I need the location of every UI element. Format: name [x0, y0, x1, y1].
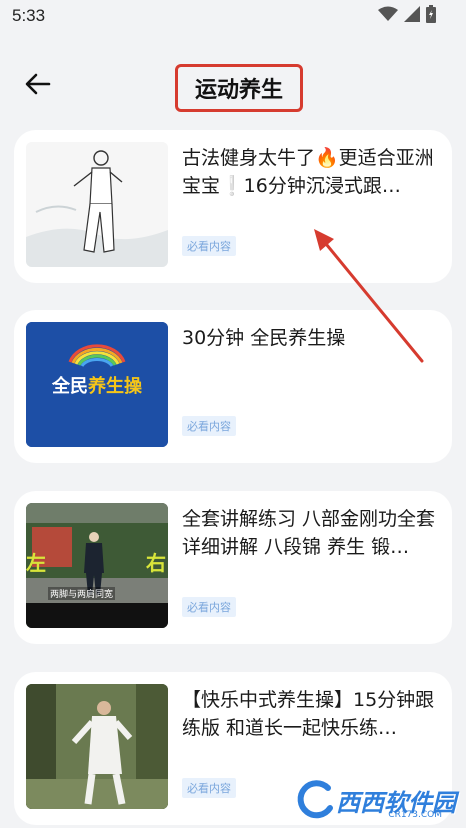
- header: 运动养生: [0, 34, 466, 130]
- must-watch-tag: 必看内容: [182, 236, 236, 256]
- thumbnail-jingang: 左 右 两脚与两肩同宽: [26, 503, 168, 628]
- watermark-subtext: CR173.COM: [388, 810, 442, 820]
- thumbnail-caption: 两脚与两肩同宽: [48, 587, 116, 600]
- must-watch-tag: 必看内容: [182, 416, 236, 436]
- arrow-left-icon: [25, 73, 51, 99]
- list-item[interactable]: 左 右 两脚与两肩同宽 全套讲解练习 八部金刚功全套详细讲解 八段锦 养生 锻……: [14, 491, 452, 644]
- status-bar: 5:33: [0, 0, 466, 34]
- item-title: 全套讲解练习 八部金刚功全套详细讲解 八段锦 养生 锻…: [182, 508, 436, 558]
- battery-icon: [426, 5, 436, 27]
- must-watch-tag: 必看内容: [182, 778, 236, 798]
- thumbnail-text: 全民: [52, 376, 88, 397]
- page-title: 运动养生: [194, 78, 283, 103]
- status-icons: [378, 5, 436, 27]
- list-item[interactable]: 古法健身太牛了🔥更适合亚洲宝宝❕16分钟沉浸式跟… 必看内容: [14, 130, 452, 283]
- item-title: 30分钟 全民养生操: [182, 327, 346, 349]
- thumbnail-taoist: [26, 684, 168, 809]
- wifi-icon: [378, 6, 398, 26]
- must-watch-tag: 必看内容: [182, 597, 236, 617]
- status-time: 5:33: [12, 6, 46, 25]
- item-title: 【快乐中式养生操】15分钟跟练版 和道长一起快乐练…: [182, 689, 435, 739]
- list-item[interactable]: 全民养生操 30分钟 全民养生操 必看内容: [14, 310, 452, 463]
- title-highlight-box: 运动养生: [175, 64, 303, 112]
- back-button[interactable]: [18, 66, 58, 106]
- thumbnail-side-label: 右: [146, 551, 166, 575]
- thumbnail-side-label: 左: [26, 551, 46, 575]
- thumbnail-text-highlight: 养生操: [88, 376, 142, 397]
- watermark-logo: 西西软件园 CR173.COM: [292, 776, 462, 824]
- signal-icon: [404, 6, 420, 26]
- thumbnail-exercise: 全民养生操: [26, 322, 168, 447]
- item-title: 古法健身太牛了🔥更适合亚洲宝宝❕16分钟沉浸式跟…: [182, 147, 434, 197]
- thumbnail-taichi: [26, 142, 168, 267]
- watermark-logo-icon: [297, 780, 333, 819]
